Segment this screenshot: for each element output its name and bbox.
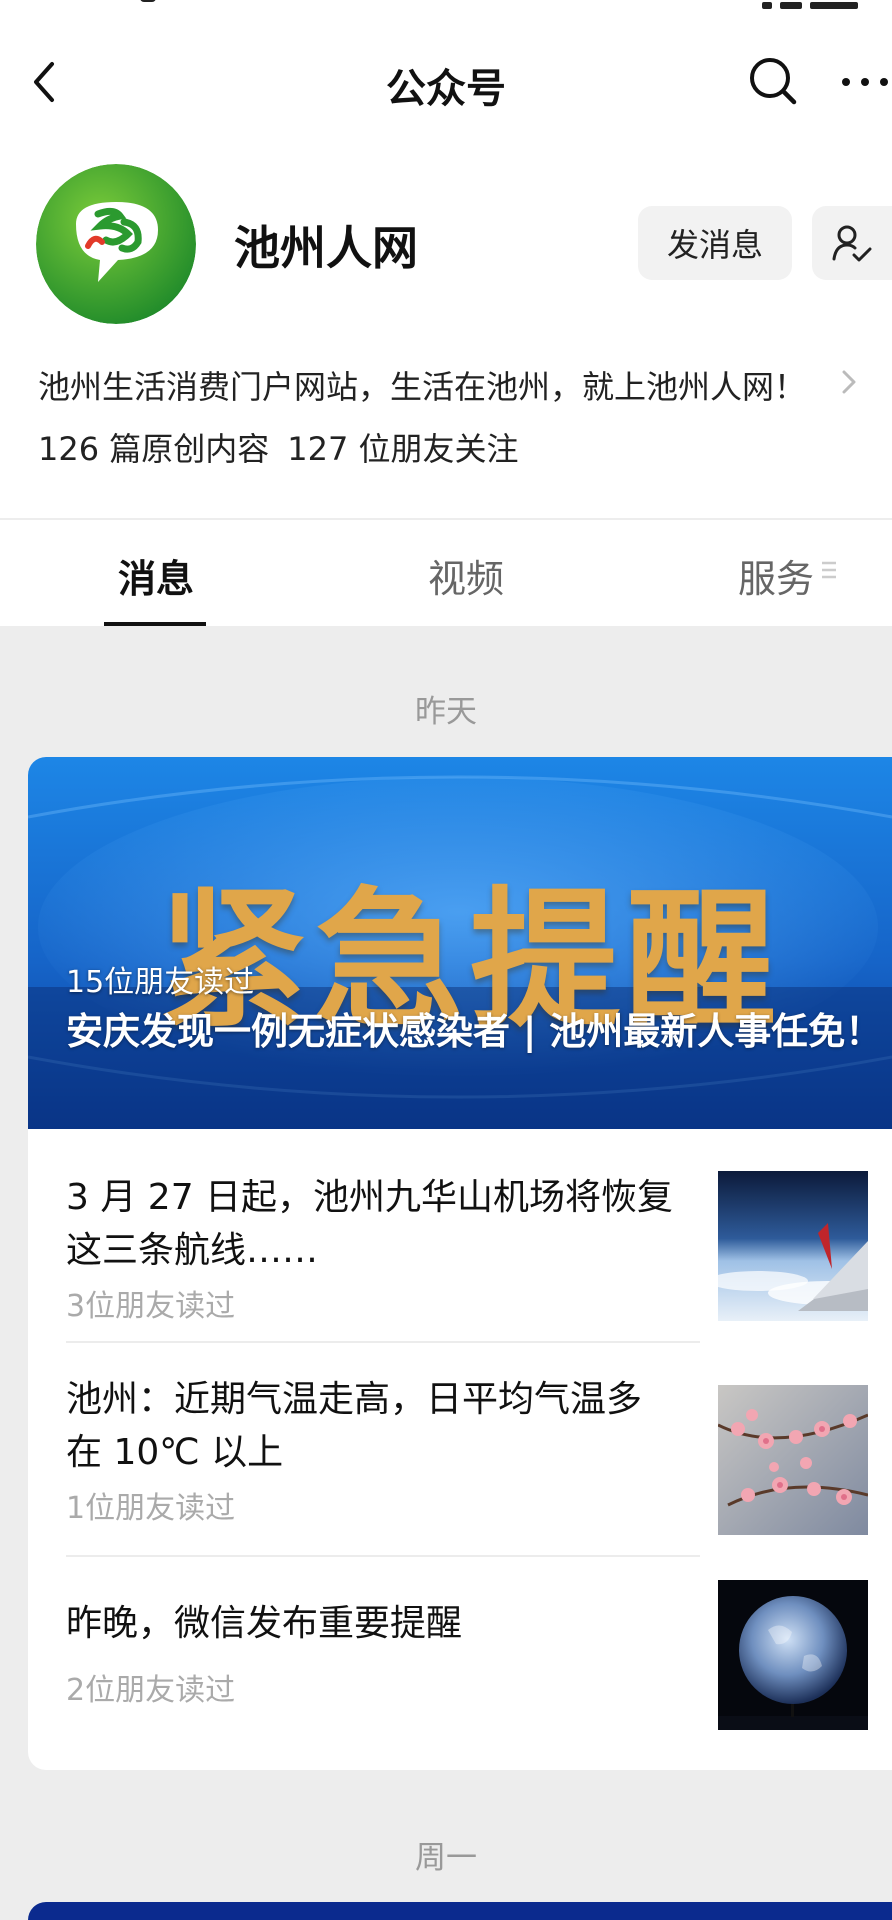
chevron-right-icon[interactable]: [836, 364, 862, 400]
status-icons: [754, 0, 884, 9]
next-message-card[interactable]: [28, 1902, 892, 1920]
tab-services[interactable]: 服务: [738, 548, 814, 603]
menu-lines-icon: [822, 558, 836, 582]
status-time: [140, 0, 156, 2]
message-card: 紧急提醒 15位朋友读过 安庆发现一例无症状感染者 | 池州最新人事任免！ 3 …: [28, 757, 892, 1770]
avatar[interactable]: [36, 164, 196, 324]
header-area: 公众号 池州人网 发消息 池州生活消费门户网站，生活在池州，就上池州人网！ 12…: [0, 0, 892, 626]
hero-read-count: 15位朋友读过: [66, 965, 255, 1000]
follow-button[interactable]: [812, 206, 892, 280]
tab-videos[interactable]: 视频: [428, 548, 504, 603]
user-check-icon: [832, 225, 872, 262]
tab-messages[interactable]: 消息: [118, 548, 194, 603]
page: 公众号 池州人网 发消息 池州生活消费门户网站，生活在池州，就上池州人网！ 12…: [0, 0, 892, 1920]
list-item[interactable]: 3 月 27 日起，池州九华山机场将恢复这三条航线…… 3位朋友读过: [28, 1129, 892, 1343]
search-icon[interactable]: [744, 52, 804, 112]
article-title: 3 月 27 日起，池州九华山机场将恢复这三条航线……: [66, 1177, 674, 1271]
list-item[interactable]: 昨晚，微信发布重要提醒 2位朋友读过: [28, 1557, 892, 1770]
send-message-button[interactable]: 发消息: [638, 206, 792, 280]
date-separator: 昨天: [415, 694, 477, 730]
back-arrow-icon[interactable]: [24, 54, 72, 110]
article-read-count: 2位朋友读过: [66, 1673, 236, 1708]
article-title: 昨晚，微信发布重要提醒: [66, 1603, 463, 1644]
active-tab-indicator: [104, 622, 206, 626]
hero-title: 安庆发现一例无症状感染者 | 池州最新人事任免！: [66, 1010, 883, 1053]
navbar: 公众号: [0, 30, 892, 134]
more-dots-icon[interactable]: [838, 52, 892, 112]
tab-bar: 消息 视频 服务: [0, 522, 892, 626]
account-name: 池州人网: [234, 221, 418, 275]
hero-article[interactable]: 紧急提醒 15位朋友读过 安庆发现一例无症状感染者 | 池州最新人事任免！: [28, 757, 892, 1129]
divider: [0, 518, 892, 520]
airplane-wing-image: [718, 1171, 868, 1321]
follower-count: 127 位朋友关注: [287, 430, 519, 468]
article-title: 池州：近期气温走高，日平均气温多在 10℃ 以上: [66, 1379, 643, 1473]
list-item[interactable]: 池州：近期气温走高，日平均气温多在 10℃ 以上 1位朋友读过: [28, 1343, 892, 1557]
status-bar: [0, 0, 892, 20]
plum-blossom-image: [718, 1385, 868, 1535]
account-profile: 池州人网 发消息: [0, 160, 892, 330]
date-separator: 周一: [415, 1840, 477, 1876]
account-stats: 126 篇原创内容 127 位朋友关注: [38, 424, 519, 470]
account-description[interactable]: 池州生活消费门户网站，生活在池州，就上池州人网！: [38, 362, 838, 408]
original-count: 126 篇原创内容: [38, 430, 270, 468]
earth-image: [718, 1580, 868, 1730]
article-read-count: 3位朋友读过: [66, 1289, 236, 1324]
article-read-count: 1位朋友读过: [66, 1491, 236, 1526]
